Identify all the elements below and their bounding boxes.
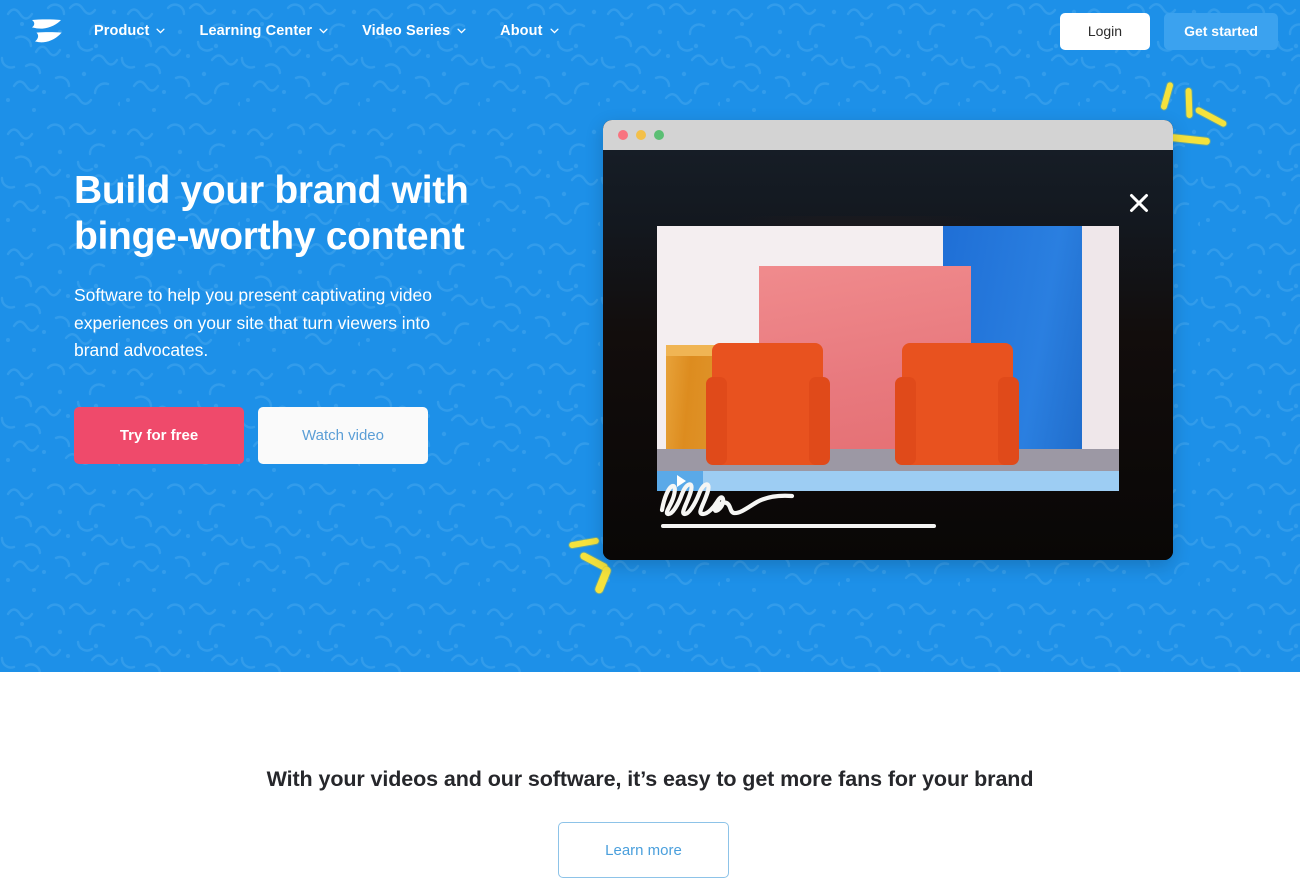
nav-item-video-series[interactable]: Video Series [362,23,466,39]
value-prop-title: With your videos and our software, it’s … [266,767,1034,791]
watch-video-button[interactable]: Watch video [258,406,428,464]
wistia-logo[interactable] [30,16,64,46]
nav-item-learning-center-label: Learning Center [199,23,313,39]
video-browser-window[interactable] [603,120,1173,560]
hero-section: Product Learning Center Video Series Abo… [0,0,1300,672]
nav-item-product[interactable]: Product [94,23,166,39]
window-maximize-dot[interactable] [654,130,664,140]
chevron-down-icon [457,28,466,34]
login-button[interactable]: Login [1059,12,1151,50]
signature-script [659,482,795,517]
orange-armchair-left [705,342,830,465]
ellen-signature [658,480,938,528]
nav-item-learning-center[interactable]: Learning Center [199,23,328,39]
chevron-down-icon [156,28,166,34]
window-titlebar [603,120,1173,150]
landing-page: Product Learning Center Video Series Abo… [0,0,1300,886]
nav-item-about[interactable]: About [500,23,559,39]
learn-more-button[interactable]: Learn more [558,822,729,878]
chevron-down-icon [319,28,328,34]
video-player-frame[interactable] [657,226,1119,491]
nav-item-about-label: About [500,23,543,39]
hero-title-line2: binge-worthy content [74,215,465,259]
nav-item-video-series-label: Video Series [362,23,451,39]
hero-copy: Build your brand with binge-worthy conte… [74,168,514,464]
close-x-icon[interactable] [1128,192,1150,214]
signature-underline [661,524,936,528]
top-navigation: Product Learning Center Video Series Abo… [0,0,1300,62]
hero-title-line1: Build your brand with [74,169,469,212]
orange-armchair-right [895,342,1020,465]
nav-actions: Login Get started [1059,12,1278,50]
hero-subtitle: Software to help you present captivating… [74,285,432,361]
nav-item-product-label: Product [94,23,150,39]
hero-cta-group: Try for free Watch video [74,406,514,464]
chevron-down-icon [549,28,559,34]
get-started-button[interactable]: Get started [1164,12,1278,50]
studio-backdrop-edge [1082,226,1119,449]
window-content [603,150,1173,560]
hero-title: Build your brand with binge-worthy conte… [74,168,514,260]
window-minimize-dot[interactable] [636,130,646,140]
try-for-free-button[interactable]: Try for free [74,406,244,464]
nav-links: Product Learning Center Video Series Abo… [94,23,559,39]
window-close-dot[interactable] [618,130,628,140]
